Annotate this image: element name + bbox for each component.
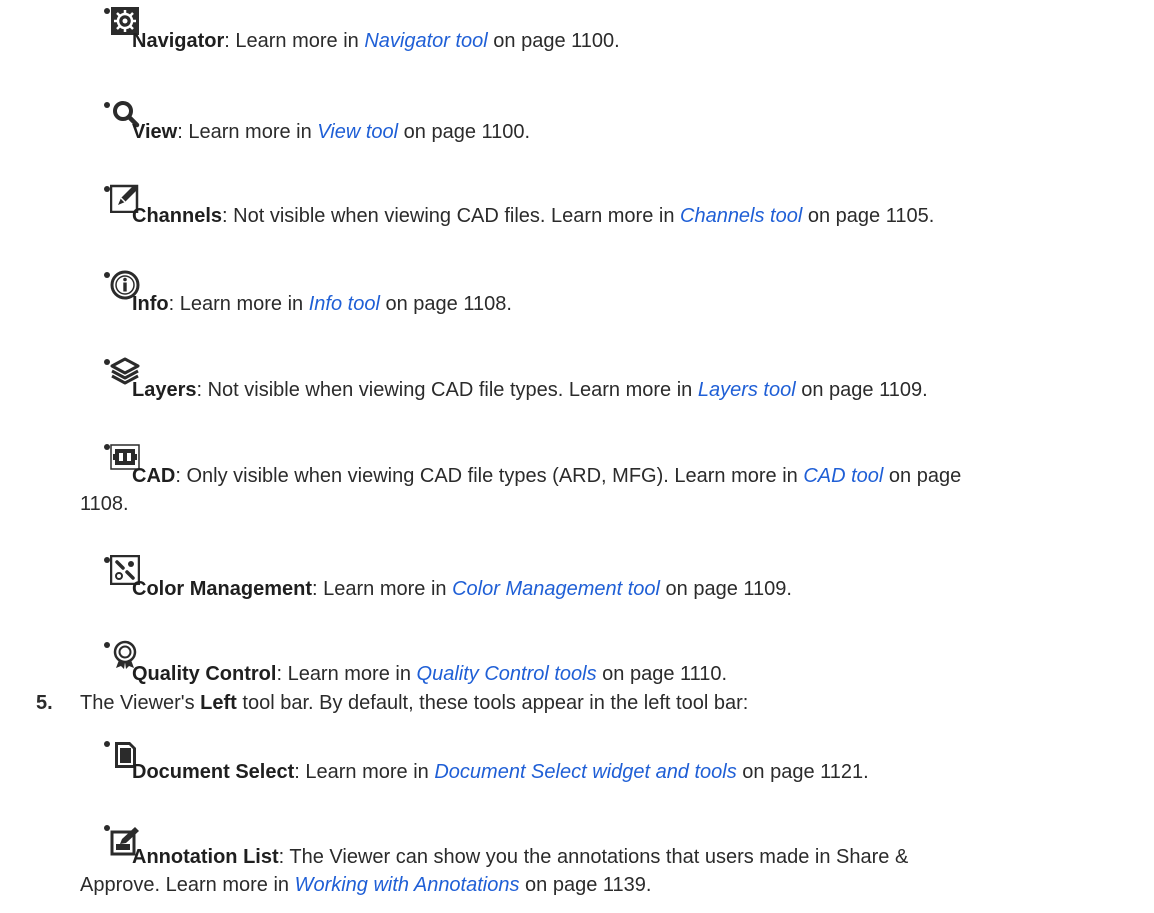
text: : The Viewer can show you the annotation… <box>278 846 909 868</box>
term: Color Management <box>132 578 313 600</box>
term: CAD <box>132 465 176 487</box>
list-item-text-continued: Approve. Learn more in Working with Anno… <box>80 871 651 899</box>
link-document-select[interactable]: Document Select widget and tools <box>434 761 736 783</box>
text: on page 1110. <box>596 663 728 685</box>
list-item-text-continued: 1108. <box>80 490 129 518</box>
text: : Learn more in <box>312 578 453 600</box>
list-item-text: Annotation List: The Viewer can show you… <box>132 843 908 871</box>
text: on page 1109. <box>795 379 928 401</box>
text: : Only visible when viewing CAD file typ… <box>175 465 804 487</box>
term: Document Select <box>132 761 295 783</box>
list-item-text: CAD: Only visible when viewing CAD file … <box>132 462 961 490</box>
text: : Learn more in <box>168 293 309 315</box>
text: on page <box>883 465 962 487</box>
link-layers-tool[interactable]: Layers tool <box>698 379 796 401</box>
text: : Not visible when viewing CAD files. Le… <box>222 205 680 227</box>
list-item-text: Info: Learn more in Info tool on page 11… <box>132 290 512 318</box>
text: : Learn more in <box>294 761 435 783</box>
list-item-text: Channels: Not visible when viewing CAD f… <box>132 202 934 230</box>
list-item-text: Color Management: Learn more in Color Ma… <box>132 575 792 603</box>
link-channels-tool[interactable]: Channels tool <box>680 205 802 227</box>
text: on page 1100. <box>487 30 620 52</box>
term: Layers <box>132 379 197 401</box>
text: : Learn more in <box>276 663 417 685</box>
link-quality-control-tools[interactable]: Quality Control tools <box>417 663 597 685</box>
text: 1108. <box>80 493 129 515</box>
text: on page 1105. <box>802 205 935 227</box>
term: Channels <box>132 205 223 227</box>
text: on page 1121. <box>736 761 869 783</box>
text: on page 1100. <box>398 121 531 143</box>
link-color-management-tool[interactable]: Color Management tool <box>452 578 660 600</box>
term: Quality Control <box>132 663 277 685</box>
term: Info <box>132 293 169 315</box>
term: Left <box>200 692 237 714</box>
text: on page 1109. <box>660 578 792 600</box>
text: on page 1139. <box>519 874 652 896</box>
list-item-text: Layers: Not visible when viewing CAD fil… <box>132 376 928 404</box>
link-cad-tool[interactable]: CAD tool <box>803 465 883 487</box>
text: on page 1108. <box>379 293 512 315</box>
text: : Learn more in <box>177 121 318 143</box>
text: tool bar. By default, these tools appear… <box>236 692 749 714</box>
text: Approve. Learn more in <box>80 874 295 896</box>
list-item-text: Quality Control: Learn more in Quality C… <box>132 660 727 688</box>
list-item-text: Document Select: Learn more in Document … <box>132 758 869 786</box>
link-info-tool[interactable]: Info tool <box>309 293 380 315</box>
term: Annotation List <box>132 846 279 868</box>
link-working-with-annotations[interactable]: Working with Annotations <box>295 874 520 896</box>
term: Navigator <box>132 30 225 52</box>
step-number: 5. <box>36 692 53 714</box>
term: View <box>132 121 178 143</box>
list-item-text: Navigator: Learn more in Navigator tool … <box>132 27 620 55</box>
link-view-tool[interactable]: View tool <box>317 121 398 143</box>
text: : Learn more in <box>224 30 365 52</box>
list-item-text: View: Learn more in View tool on page 11… <box>132 118 530 146</box>
text: The Viewer's <box>80 692 201 714</box>
link-navigator-tool[interactable]: Navigator tool <box>364 30 487 52</box>
step-text: The Viewer's Left tool bar. By default, … <box>80 692 748 715</box>
text: : Not visible when viewing CAD file type… <box>196 379 698 401</box>
